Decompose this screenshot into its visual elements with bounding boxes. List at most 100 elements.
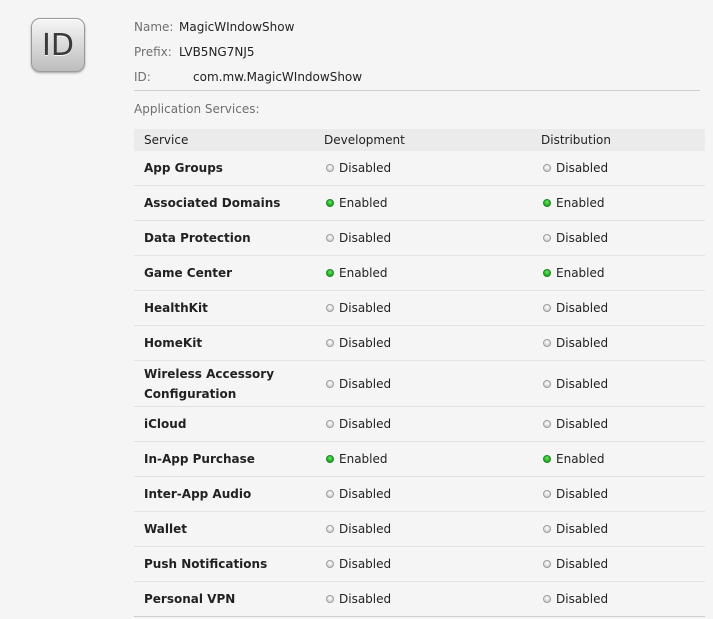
service-cell: Game Center [134,263,324,283]
disabled-status-icon [326,164,334,172]
enabled-status-icon [326,455,334,463]
development-status-label: Disabled [339,522,392,536]
distribution-status-label: Disabled [556,231,609,245]
table-row: Personal VPN Disabled Disabled [134,582,705,617]
service-name: HealthKit [144,301,208,315]
disabled-status-icon [326,420,334,428]
disabled-status-icon [326,525,334,533]
development-status-label: Enabled [339,266,388,280]
table-body: App Groups Disabled Disabled Associated Dom… [134,151,705,617]
table-row: HealthKit Disabled Disabled [134,291,705,326]
disabled-status-icon [326,490,334,498]
distribution-cell: Disabled [541,417,705,431]
distribution-status-label: Disabled [556,301,609,315]
development-status: Disabled [324,301,541,315]
distribution-cell: Disabled [541,377,705,391]
enabled-status-icon [543,269,551,277]
service-cell: Data Protection [134,228,324,248]
distribution-status: Disabled [541,231,705,245]
id-value: com.mw.MagicWIndowShow [193,69,363,84]
development-status: Enabled [324,452,541,466]
disabled-status-icon [543,490,551,498]
development-cell: Disabled [324,336,541,350]
table-row: In-App Purchase Enabled Enabled [134,442,705,477]
disabled-status-icon [543,420,551,428]
development-status-label: Disabled [339,417,392,431]
service-name: HomeKit [144,336,203,350]
service-cell: Push Notifications [134,554,324,574]
disabled-status-icon [326,304,334,312]
disabled-status-icon [543,164,551,172]
name-row: Name: MagicWIndowShow [134,14,700,39]
development-status-label: Disabled [339,487,392,501]
development-status: Disabled [324,522,541,536]
distribution-status-label: Enabled [556,196,605,210]
distribution-status: Disabled [541,557,705,571]
table-row: HomeKit Disabled Disabled [134,326,705,361]
distribution-cell: Disabled [541,557,705,571]
service-cell: Inter-App Audio [134,484,324,504]
development-cell: Disabled [324,487,541,501]
development-status: Disabled [324,592,541,606]
distribution-status-label: Disabled [556,161,609,175]
prefix-label: Prefix: [134,44,172,59]
service-cell: App Groups [134,158,324,178]
service-name: In-App Purchase [144,452,255,466]
distribution-status-label: Disabled [556,592,609,606]
enabled-status-icon [326,269,334,277]
distribution-cell: Enabled [541,452,705,466]
name-label: Name: [134,19,174,34]
service-name: iCloud [144,417,187,431]
app-id-icon: ID [31,18,85,72]
distribution-status-label: Disabled [556,487,609,501]
distribution-cell: Disabled [541,336,705,350]
development-status-label: Enabled [339,452,388,466]
table-row: iCloud Disabled Disabled [134,407,705,442]
service-cell: Associated Domains [134,193,324,213]
service-name: Personal VPN [144,592,236,606]
disabled-status-icon [326,234,334,242]
table-row: Wallet Disabled Disabled [134,512,705,547]
table-header: Service Development Distribution [134,129,705,151]
distribution-status: Disabled [541,301,705,315]
distribution-status: Disabled [541,592,705,606]
service-name: Wallet [144,522,188,536]
service-name: App Groups [144,161,223,175]
name-value: MagicWIndowShow [179,19,295,34]
distribution-status-label: Enabled [556,266,605,280]
distribution-status: Enabled [541,452,705,466]
service-name: Inter-App Audio [144,487,252,501]
development-status-label: Disabled [339,336,392,350]
prefix-row: Prefix: LVB5NG7NJ5 [134,39,700,64]
service-cell: HealthKit [134,298,324,318]
table-row: Wireless Accessory Configuration Disabled… [134,361,705,407]
enabled-status-icon [543,199,551,207]
distribution-status-label: Disabled [556,557,609,571]
disabled-status-icon [326,339,334,347]
service-cell: Personal VPN [134,589,324,609]
development-cell: Disabled [324,417,541,431]
id-label: ID: [134,69,151,84]
distribution-status-label: Disabled [556,417,609,431]
disabled-status-icon [543,304,551,312]
distribution-status: Disabled [541,522,705,536]
development-cell: Disabled [324,377,541,391]
development-cell: Disabled [324,231,541,245]
development-status: Disabled [324,417,541,431]
development-cell: Disabled [324,161,541,175]
development-status-label: Disabled [339,557,392,571]
info-divider [134,90,700,91]
app-id-icon-text: ID [42,27,74,63]
enabled-status-icon [326,199,334,207]
table-row: App Groups Disabled Disabled [134,151,705,186]
id-row: ID: com.mw.MagicWIndowShow [134,64,700,89]
disabled-status-icon [543,379,551,388]
distribution-cell: Disabled [541,301,705,315]
development-cell: Enabled [324,266,541,280]
app-id-info: Name: MagicWIndowShow Prefix: LVB5NG7NJ5… [134,14,700,89]
distribution-cell: Enabled [541,196,705,210]
table-row: Game Center Enabled Enabled [134,256,705,291]
service-name: Push Notifications [144,557,268,571]
distribution-cell: Disabled [541,592,705,606]
development-status: Disabled [324,336,541,350]
